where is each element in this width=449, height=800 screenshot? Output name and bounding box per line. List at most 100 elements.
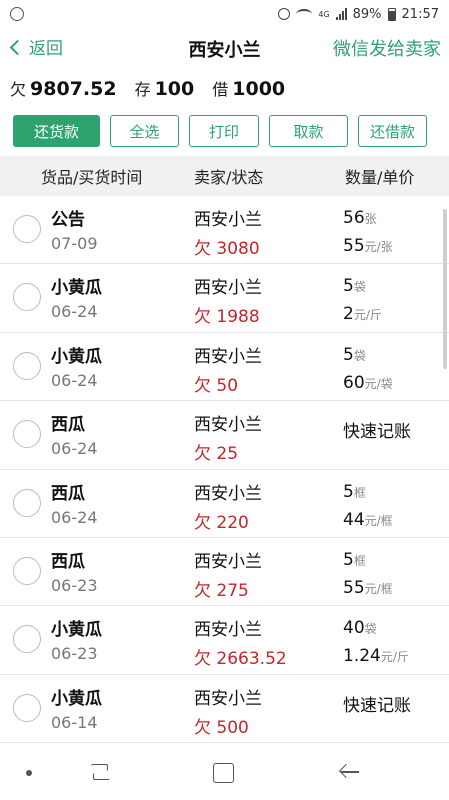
purchase-list: 公告 07-09 西安小兰欠 3080 56张 55元/张 小黄瓜 06-24 西安小兰欠 1… (0, 196, 449, 744)
seller-name: 西安小兰 (194, 551, 262, 572)
goods-name: 西瓜 (51, 551, 85, 572)
quantity: 5袋 (343, 276, 366, 296)
unit-price: 1.24元/斤 (343, 646, 409, 666)
purchase-date: 07-09 (51, 234, 98, 253)
debt-status: 欠 2663.52 (194, 649, 287, 670)
owe-label: 欠 (10, 80, 27, 99)
quantity-value: 5 (343, 481, 354, 502)
scrollbar[interactable] (443, 209, 447, 369)
select-radio[interactable] (13, 215, 41, 243)
quantity-value: 5 (343, 276, 354, 297)
price-unit: 元/框 (364, 581, 393, 596)
quantity-unit: 袋 (353, 280, 366, 295)
quick-record-label: 快速记账 (343, 695, 411, 716)
purchase-date: 06-24 (51, 439, 98, 459)
goods-name: 小黄瓜 (51, 346, 102, 367)
select-all-button[interactable]: 全选 (110, 115, 179, 147)
quick-record-label: 快速记账 (343, 422, 411, 443)
select-radio[interactable] (13, 556, 41, 585)
quantity: 5框 (343, 550, 366, 570)
table-row[interactable]: 小黄瓜 06-24 西安小兰欠 1988 5袋 2元/斤 (0, 264, 449, 333)
home-icon[interactable] (213, 763, 234, 783)
goods-name: 西瓜 (51, 483, 85, 504)
goods-name: 公告 (51, 210, 85, 230)
withdraw-button[interactable]: 取款 (269, 115, 348, 147)
purchase-date: 06-24 (51, 507, 98, 527)
recents-icon[interactable] (91, 764, 110, 782)
price-unit: 元/袋 (364, 376, 393, 391)
owe-value: 9807.52 (30, 78, 117, 100)
status-bar: 4G 89% 21:57 (0, 0, 449, 28)
select-radio[interactable] (13, 693, 41, 722)
purchase-date: 06-14 (51, 712, 98, 732)
owe-summary: 欠 9807.52 (10, 76, 117, 100)
table-row[interactable]: 西瓜 06-24 西安小兰欠 25 快速记账 (0, 401, 449, 470)
dot-icon[interactable] (26, 770, 32, 776)
repay-goods-button[interactable]: 还货款 (13, 115, 100, 147)
table-row[interactable]: 小黄瓜 06-24 西安小兰欠 50 5袋 60元/袋 (0, 333, 449, 402)
table-row[interactable]: 西瓜 06-23 西安小兰欠 275 5框 55元/框 (0, 538, 449, 607)
quantity-unit: 袋 (364, 622, 377, 637)
account-summary: 欠 9807.52 存 100 借 1000 (10, 76, 285, 100)
price-value: 44 (343, 509, 365, 530)
quantity: 40袋 (343, 618, 377, 638)
clock: 21:57 (401, 6, 439, 22)
price-value: 60 (343, 372, 365, 393)
quantity: 5袋 (343, 345, 366, 365)
quantity-unit: 袋 (353, 348, 366, 363)
goods-name: 小黄瓜 (51, 278, 102, 299)
repay-loan-button[interactable]: 还借款 (358, 115, 427, 147)
column-header-seller: 卖家/状态 (194, 168, 264, 187)
back-arrow-icon[interactable] (341, 771, 359, 773)
seller-name: 西安小兰 (194, 483, 262, 504)
network-type: 4G (318, 9, 330, 19)
select-radio[interactable] (13, 625, 41, 654)
debt-status: 欠 3080 (194, 239, 260, 259)
price-value: 55 (343, 577, 365, 598)
seller-name: 西安小兰 (194, 620, 262, 641)
table-row[interactable]: 小黄瓜 06-14 西安小兰欠 500 快速记账 (0, 675, 449, 744)
table-header: 货品/买货时间 卖家/状态 数量/单价 (0, 156, 449, 196)
purchase-date: 06-24 (51, 302, 98, 322)
price-unit: 元/斤 (353, 308, 382, 323)
alarm-icon (278, 8, 291, 20)
quantity-unit: 框 (353, 485, 366, 500)
purchase-date: 06-23 (51, 575, 98, 595)
wifi-icon (296, 8, 313, 20)
purchase-date: 06-23 (51, 644, 98, 664)
column-header-goods: 货品/买货时间 (41, 168, 143, 187)
back-button[interactable]: 返回 (9, 34, 63, 59)
unit-price: 44元/框 (343, 510, 393, 530)
quantity-unit: 框 (353, 553, 366, 568)
debt-status: 欠 220 (194, 512, 249, 533)
select-radio[interactable] (13, 488, 41, 517)
nav-bar: 返回 西安小兰 微信发给卖家 (0, 28, 449, 68)
select-radio[interactable] (13, 351, 41, 380)
unit-price: 55元/框 (343, 578, 393, 598)
battery-icon (387, 7, 396, 21)
battery-percent: 89% (352, 6, 382, 22)
debt-status: 欠 275 (194, 580, 249, 601)
quantity-unit: 张 (364, 212, 377, 226)
quantity-value: 5 (343, 344, 354, 365)
table-row[interactable]: 小黄瓜 06-23 西安小兰欠 2663.52 40袋 1.24元/斤 (0, 606, 449, 675)
select-radio[interactable] (13, 420, 41, 449)
unit-price: 2元/斤 (343, 304, 382, 324)
goods-name: 小黄瓜 (51, 620, 102, 641)
seller-name: 西安小兰 (194, 346, 262, 367)
price-unit: 元/框 (364, 513, 393, 528)
select-radio[interactable] (13, 283, 41, 312)
table-row[interactable]: 公告 07-09 西安小兰欠 3080 56张 55元/张 (0, 196, 449, 265)
purchase-date: 06-24 (51, 370, 98, 390)
unit-price: 55元/张 (343, 236, 393, 256)
table-row[interactable]: 西瓜 06-24 西安小兰欠 220 5框 44元/框 (0, 470, 449, 538)
goods-name: 小黄瓜 (51, 688, 102, 709)
borrow-summary: 借 1000 (212, 76, 285, 100)
price-value: 1.24 (343, 646, 381, 667)
wechat-send-button[interactable]: 微信发给卖家 (333, 35, 441, 61)
back-label: 返回 (29, 39, 63, 59)
print-button[interactable]: 打印 (189, 115, 259, 147)
seller-name: 西安小兰 (194, 415, 262, 436)
quantity: 56张 (343, 208, 377, 228)
deposit-summary: 存 100 (135, 76, 195, 100)
